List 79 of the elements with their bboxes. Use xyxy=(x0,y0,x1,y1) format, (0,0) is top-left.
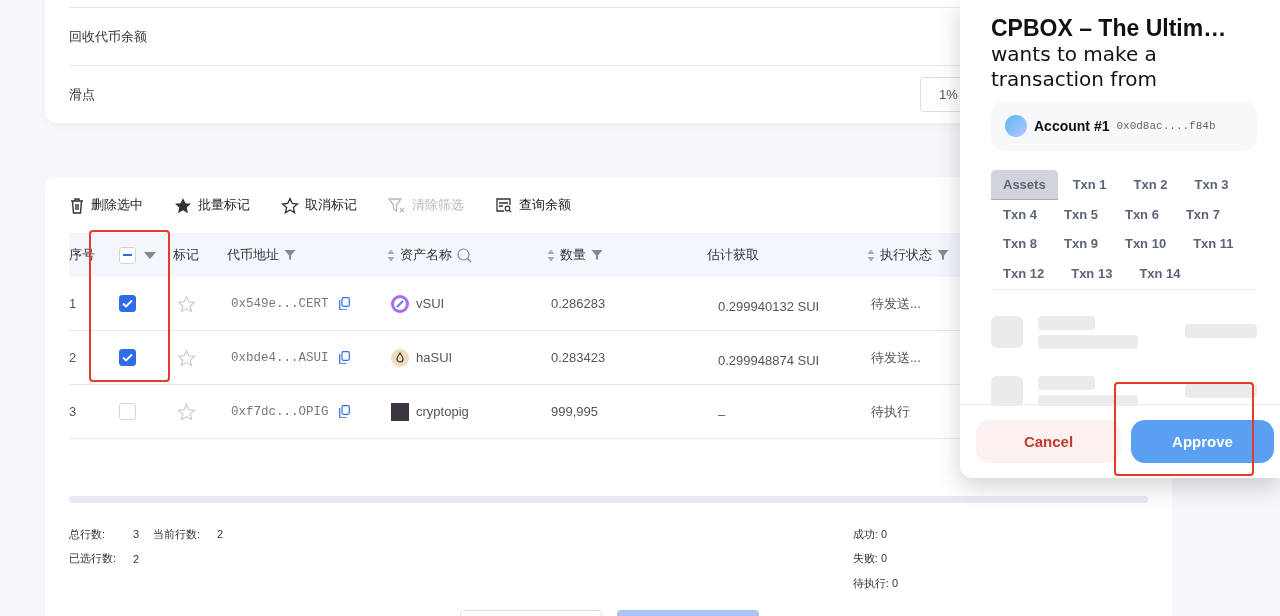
tab[interactable]: Assets xyxy=(991,170,1058,200)
tab[interactable]: Txn 3 xyxy=(1182,170,1241,200)
asset-name: cryptopig xyxy=(416,404,469,419)
toolbar-button[interactable]: 删除选中 xyxy=(69,196,143,214)
column-header: 代币地址 xyxy=(227,246,279,264)
tab[interactable]: Txn 1 xyxy=(1060,170,1119,200)
stat-label: 当前行数: xyxy=(153,526,202,542)
tab[interactable]: Txn 12 xyxy=(991,258,1057,288)
tab[interactable]: Txn 10 xyxy=(1112,229,1179,259)
estimate-cell: 0.299948874 SUI xyxy=(718,352,820,368)
toolbar-button[interactable]: 批量标记 xyxy=(174,196,250,214)
row-number: 1 xyxy=(69,296,77,311)
request-subtitle: wants to make a transaction from xyxy=(991,42,1158,92)
tab[interactable]: Txn 7 xyxy=(1173,199,1232,229)
avatar-icon xyxy=(1005,115,1027,137)
stat-value: 3 xyxy=(133,528,141,541)
tab[interactable]: Txn 13 xyxy=(1059,258,1125,288)
token-address: 0xf7dc...OPIG xyxy=(231,404,329,419)
tab[interactable]: Txn 2 xyxy=(1121,170,1180,200)
field-label: 回收代币余额 xyxy=(69,27,147,46)
account-address: 0x0d8ac....f84b xyxy=(1116,120,1216,132)
token-address: 0x549e...CERT xyxy=(231,296,329,311)
row-number: 2 xyxy=(69,350,77,365)
column-header: 估计获取 xyxy=(707,246,759,264)
dash-icon xyxy=(123,254,132,256)
status-cell: 待执行 xyxy=(871,402,910,421)
row-checkbox[interactable] xyxy=(119,295,136,312)
trash-icon xyxy=(69,196,85,214)
filter-clear-icon xyxy=(388,196,406,214)
column-header: 标记 xyxy=(173,246,199,264)
stat-text: 成功: 0 xyxy=(852,526,887,542)
tab[interactable]: Txn 14 xyxy=(1127,258,1193,288)
check-icon xyxy=(122,353,133,362)
star-outline-icon xyxy=(281,196,299,214)
field-label: 滑点 xyxy=(69,85,95,104)
row-checkbox[interactable] xyxy=(119,349,136,366)
caret-icon xyxy=(144,251,156,259)
copy-icon xyxy=(338,297,350,310)
star-icon xyxy=(174,196,192,214)
stat-text: 失败: 0 xyxy=(852,551,887,567)
column-header: 资产名称 xyxy=(400,246,452,264)
amount-cell: 0.283423 xyxy=(551,350,606,365)
tab[interactable]: Txn 6 xyxy=(1112,199,1171,229)
row-number: 3 xyxy=(69,404,77,419)
status-cell: 待发送... xyxy=(871,294,921,313)
scrollbar[interactable] xyxy=(69,496,1148,503)
toolbar-button[interactable]: 取消标记 xyxy=(281,196,357,214)
cancel-button[interactable]: Cancel xyxy=(976,420,1121,463)
tab[interactable]: Txn 9 xyxy=(1051,229,1110,259)
status-cell: 待发送... xyxy=(871,348,921,367)
copy-icon xyxy=(338,351,350,364)
asset-name: vSUI xyxy=(416,296,445,311)
stat-label: 总行数: xyxy=(69,526,107,542)
photo-placeholder xyxy=(391,402,409,421)
toolbar-button[interactable]: 查询余额 xyxy=(495,196,571,214)
estimate-cell: – xyxy=(718,406,726,422)
dapp-title: CPBOX – The Ultim… xyxy=(991,14,1228,42)
token-address: 0xbde4...ASUI xyxy=(231,350,329,365)
asset-name: haSUI xyxy=(416,350,453,365)
token-logo-icon xyxy=(391,348,409,367)
tab[interactable]: Txn 11 xyxy=(1181,229,1246,259)
stat-label: 已选行数: xyxy=(69,551,118,567)
column-header: 执行状态 xyxy=(880,246,932,264)
column-header: 数量 xyxy=(560,246,586,264)
stat-value: 2 xyxy=(133,552,141,565)
stat-text: 待执行: 0 xyxy=(852,575,898,591)
tab[interactable]: Txn 4 xyxy=(991,199,1049,229)
amount-cell: 999,995 xyxy=(551,404,598,419)
copy-icon xyxy=(338,405,350,418)
token-logo-icon xyxy=(391,294,409,313)
stat-value: 2 xyxy=(217,528,225,541)
select-all-checkbox[interactable] xyxy=(119,246,136,264)
document-search-icon xyxy=(495,197,513,213)
account-name: Account #1 xyxy=(1034,118,1110,134)
estimate-cell: 0.299940132 SUI xyxy=(718,298,820,314)
tab[interactable]: Txn 8 xyxy=(991,229,1049,259)
tab[interactable]: Txn 5 xyxy=(1051,199,1110,229)
check-icon xyxy=(122,299,133,308)
amount-cell: 0.286283 xyxy=(551,296,606,311)
